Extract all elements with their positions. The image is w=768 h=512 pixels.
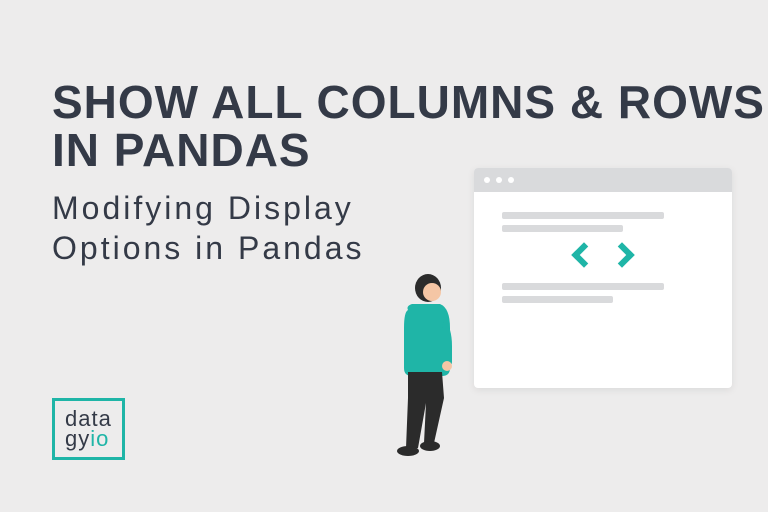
- logo-text-line-2: gyio: [65, 429, 112, 449]
- shoe-icon: [397, 446, 419, 456]
- placeholder-line: [502, 296, 613, 303]
- subtitle-line-2: Options in Pandas: [52, 230, 365, 266]
- browser-illustration: [474, 168, 732, 388]
- person-illustration: [378, 268, 468, 468]
- page-title: SHOW ALL COLUMNS & ROWS IN PANDAS: [52, 78, 765, 175]
- placeholder-line: [502, 283, 664, 290]
- page-subtitle: Modifying Display Options in Pandas: [52, 188, 365, 268]
- arm-icon: [442, 318, 452, 366]
- window-dot-icon: [508, 177, 514, 183]
- chevron-right-icon: [609, 242, 634, 267]
- datagy-logo: data gyio: [52, 398, 125, 460]
- browser-titlebar: [474, 168, 732, 192]
- subtitle-line-1: Modifying Display: [52, 190, 354, 226]
- title-line-2: IN PANDAS: [52, 124, 311, 176]
- shoe-icon: [420, 441, 440, 451]
- hand-icon: [442, 361, 452, 371]
- title-line-1: SHOW ALL COLUMNS & ROWS: [52, 76, 765, 128]
- window-dot-icon: [484, 177, 490, 183]
- code-brackets-icon: [502, 246, 704, 269]
- chevron-left-icon: [571, 242, 596, 267]
- window-dot-icon: [496, 177, 502, 183]
- browser-content: [474, 192, 732, 329]
- face-icon: [423, 283, 441, 301]
- placeholder-line: [502, 225, 623, 232]
- placeholder-line: [502, 212, 664, 219]
- pants-icon: [406, 372, 444, 448]
